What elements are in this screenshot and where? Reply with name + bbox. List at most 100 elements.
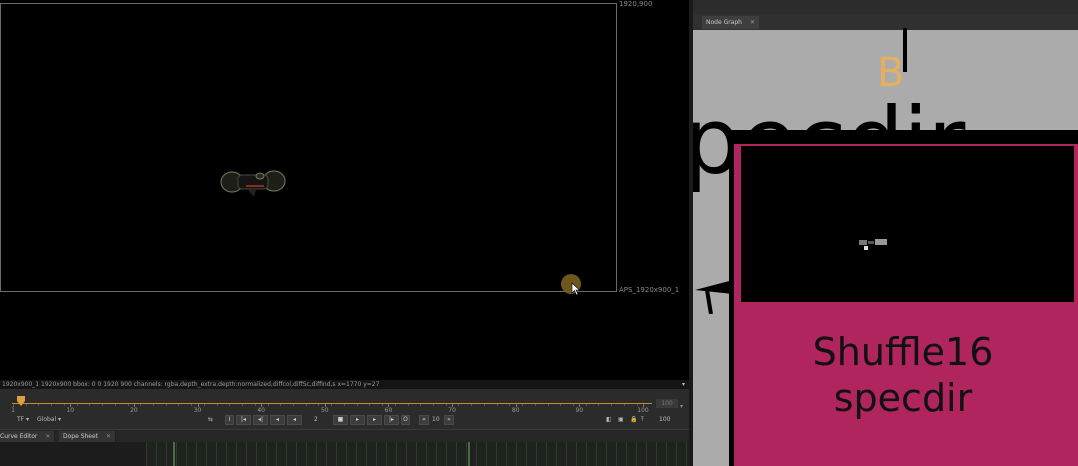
step-back-button[interactable]: ◂ (270, 415, 285, 425)
tab-dope-sheet[interactable]: Dope Sheet ✕ (59, 431, 117, 442)
curve-editor-panel[interactable] (0, 442, 689, 466)
skip-back-button[interactable]: « (419, 415, 429, 425)
in-point-button[interactable]: I (225, 415, 234, 425)
viewer-panel[interactable]: 1920,900 APS_1920x900_1 (0, 0, 689, 380)
tab-dope-sheet-label: Dope Sheet (63, 433, 99, 440)
playback-controls: TF ▾ Global ▾ ⇆ I |◂ ◂| ◂ ◂ 2 ■ ▸ ▸ |▸ O… (0, 414, 689, 427)
lock-icon[interactable]: 🔒 (630, 416, 637, 423)
out-point-button[interactable]: O (401, 415, 410, 425)
ruler-minor-tick (598, 404, 600, 406)
viewer-format-frame (0, 3, 617, 292)
ruler-minor-tick (267, 404, 269, 406)
ruler-minor-tick (433, 404, 434, 406)
current-frame-field[interactable]: 2 (314, 416, 318, 423)
ruler-minor-tick (458, 404, 460, 406)
ruler-tick-label: 1 (11, 407, 15, 414)
ruler-minor-tick (216, 404, 218, 406)
ruler-minor-tick (63, 404, 65, 406)
node-graph-panel: Node Graph✕ pecdir B Shuffle16 (693, 0, 1078, 466)
frame-increment-field[interactable]: 10 (432, 416, 440, 423)
ruler-minor-tick (242, 404, 244, 406)
end-frame-field[interactable]: 100 (656, 399, 678, 408)
prev-keyframe-button[interactable]: ◂| (253, 415, 268, 425)
first-frame-button[interactable]: |◂ (236, 415, 251, 425)
ruler-minor-tick (191, 404, 193, 406)
format-size-label: 1920,900 (619, 0, 653, 8)
ruler-minor-tick (382, 404, 384, 406)
ruler-minor-tick (127, 404, 129, 406)
ruler-tick-label: 50 (320, 407, 329, 414)
cache-icon[interactable]: ▣ (618, 416, 624, 423)
ruler-minor-tick (343, 404, 345, 406)
next-keyframe-button[interactable]: |▸ (384, 415, 399, 425)
skip-forward-button[interactable]: » (444, 415, 454, 425)
ruler-tick-label: 60 (384, 407, 393, 414)
close-icon[interactable]: ✕ (45, 433, 50, 440)
connection-arrow-icon (695, 280, 733, 314)
ruler-tick-label: 20 (130, 407, 138, 414)
step-forward-button[interactable]: ▸ (367, 415, 382, 425)
ruler-minor-tick (102, 404, 104, 406)
format-name-label: APS_1920x900_1 (619, 286, 680, 294)
ruler-tick-label: 10 (66, 407, 75, 414)
ruler-minor-tick (369, 404, 371, 406)
ruler-tick-label: 80 (511, 407, 520, 414)
node-thumbnail (741, 146, 1074, 302)
ruler-minor-tick (496, 404, 498, 406)
close-icon[interactable]: ✕ (750, 19, 755, 26)
ruler-minor-tick (611, 404, 613, 406)
tab-node-graph[interactable]: Node Graph ✕ (702, 16, 760, 29)
shuffle-node[interactable]: Shuffle16 specdir (729, 130, 1078, 466)
fps-field[interactable]: 100 (659, 416, 670, 423)
curve-frame-marker (468, 442, 470, 466)
global-dropdown[interactable]: Global ▾ (37, 416, 61, 423)
thumbnail-preview-icon (859, 239, 887, 250)
ruler-minor-tick (356, 404, 358, 406)
ruler-minor-tick (420, 404, 422, 406)
ruler-minor-tick (483, 404, 485, 406)
play-backward-button[interactable]: ◂ (287, 415, 302, 425)
ruler-minor-tick (25, 404, 27, 406)
stop-button[interactable]: ■ (333, 415, 348, 425)
settings-icon[interactable]: ⤒ (641, 416, 644, 424)
ruler-minor-tick (293, 404, 294, 406)
tf-dropdown[interactable]: TF ▾ (17, 416, 29, 423)
ruler-minor-tick (140, 404, 142, 406)
ruler-minor-tick (76, 404, 78, 406)
ruler-minor-tick (471, 404, 473, 406)
ruler-minor-tick (636, 404, 638, 406)
node-layer: specdir (833, 376, 973, 420)
tab-curve-editor[interactable]: Curve Editor ✕ (0, 431, 56, 442)
timeline-panel: 1 10 20 30 40 50 60 70 80 90 100 100 ▾ TF ▾ Global… (0, 389, 689, 429)
end-frame-arrow-icon[interactable]: ▾ (680, 403, 683, 410)
node-name: Shuffle16 (812, 330, 994, 374)
info-dropdown-icon[interactable]: ▾ (682, 380, 685, 389)
ruler-minor-tick (305, 404, 307, 406)
ruler-minor-tick (280, 404, 282, 406)
ruler-minor-tick (534, 404, 536, 406)
ruler-minor-tick (318, 404, 320, 406)
ruler-tick-label: 90 (575, 407, 584, 414)
global-label: Global (37, 416, 57, 423)
playhead-icon[interactable] (17, 396, 25, 406)
ruler-minor-tick (623, 404, 625, 406)
ruler-minor-tick (153, 404, 154, 406)
node-graph-header (693, 0, 1078, 14)
ruler-minor-tick (509, 404, 511, 406)
tab-curve-editor-label: Curve Editor (0, 433, 38, 440)
play-forward-button[interactable]: ▸ (350, 415, 365, 425)
ruler-minor-tick (38, 404, 40, 406)
viewer-sync-icon[interactable]: ◧ (606, 416, 612, 423)
node-graph-canvas[interactable]: pecdir B Shuffle16 specdir (693, 28, 1078, 466)
playback-mode-icon[interactable]: ⇆ (208, 416, 213, 423)
ruler-minor-tick (585, 404, 587, 406)
ruler-minor-tick (547, 404, 549, 406)
ruler-minor-tick (331, 404, 333, 406)
close-icon[interactable]: ✕ (106, 433, 111, 440)
ruler-minor-tick (522, 404, 524, 406)
frame-ruler[interactable]: 1 10 20 30 40 50 60 70 80 90 100 (8, 392, 652, 414)
bottom-panel-tabs: Curve Editor ✕ Dope Sheet ✕ (0, 429, 689, 443)
curve-frame-marker (173, 442, 175, 466)
ruler-minor-tick (178, 404, 180, 406)
ruler-minor-tick (229, 404, 231, 406)
